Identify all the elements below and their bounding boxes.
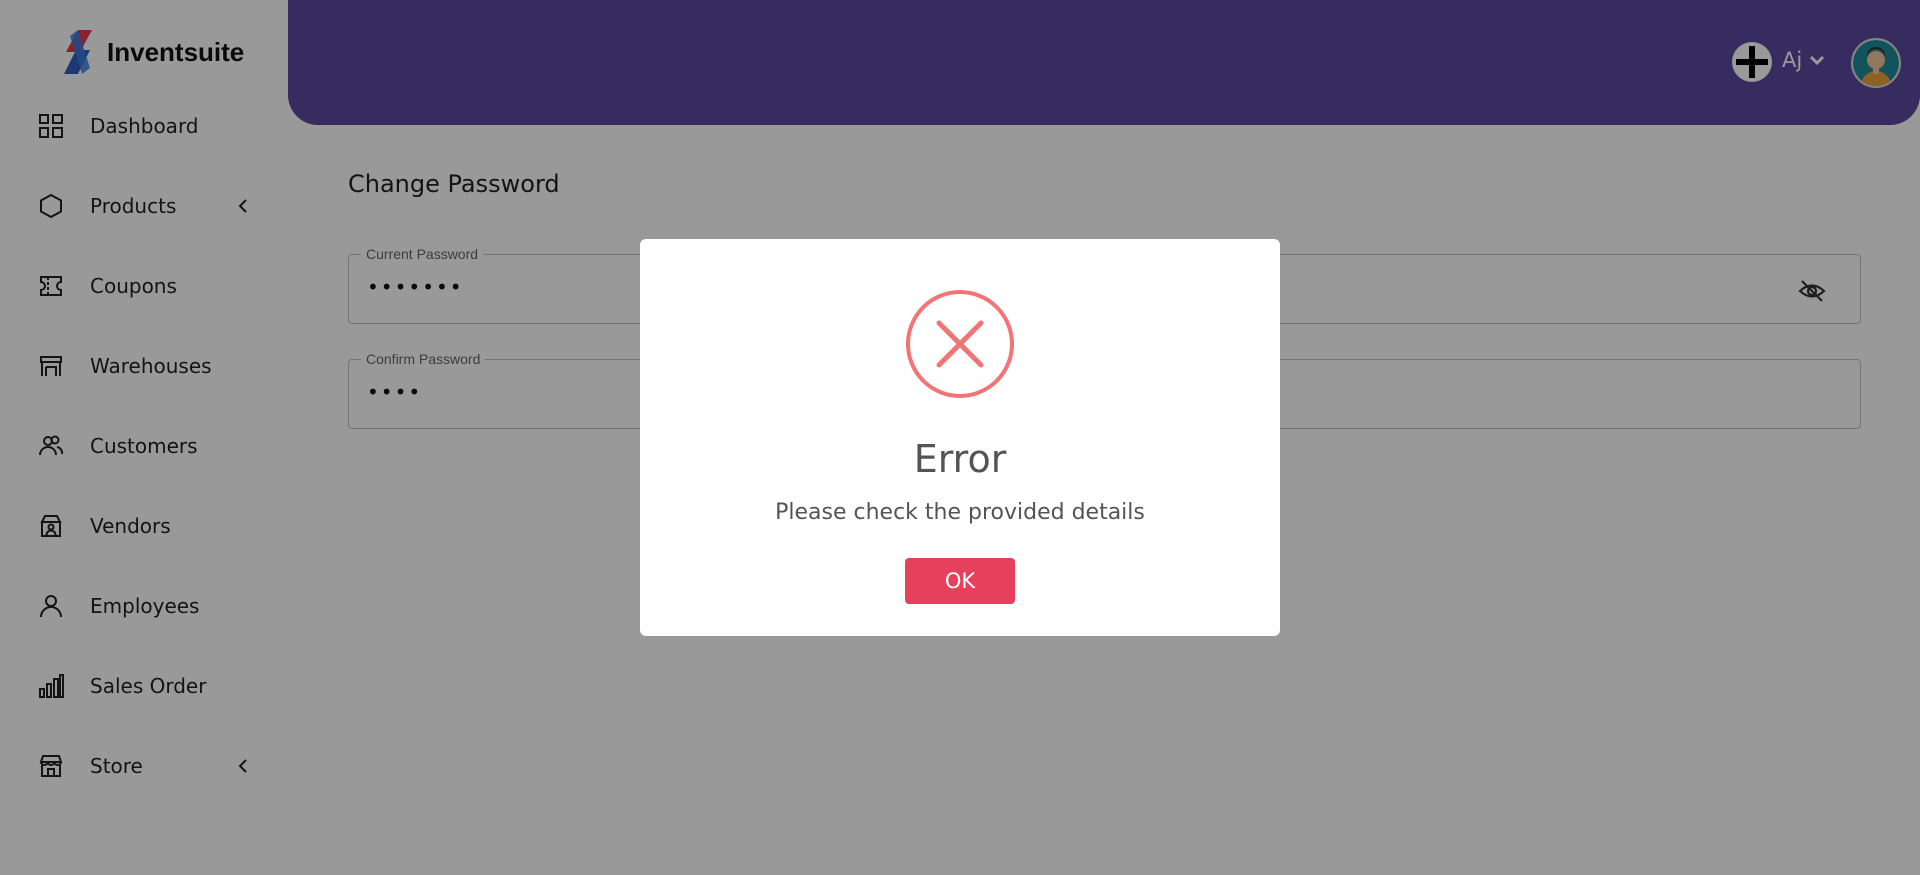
ok-button[interactable]: OK	[905, 558, 1015, 604]
error-dialog: Error Please check the provided details …	[640, 239, 1280, 636]
dialog-title: Error	[913, 437, 1007, 481]
error-x-icon	[905, 289, 1015, 399]
dialog-message: Please check the provided details	[775, 500, 1145, 525]
